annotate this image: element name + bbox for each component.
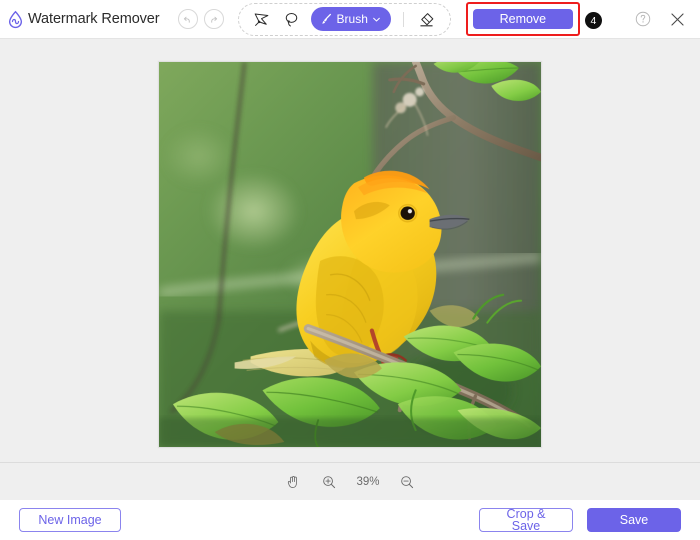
lasso-icon (282, 10, 301, 29)
polygon-lasso-tool[interactable] (248, 6, 276, 32)
water-drop-wave-logo-icon (6, 10, 25, 29)
eraser-tool[interactable] (413, 6, 441, 32)
chevron-down-icon (372, 15, 381, 24)
save-button[interactable]: Save (587, 508, 681, 532)
crop-and-save-button[interactable]: Crop & Save (479, 507, 573, 532)
footer-bar: New Image Crop & Save Save (0, 500, 700, 540)
tool-group: Brush (237, 2, 451, 36)
topbar-right-controls (632, 8, 692, 30)
polygon-lasso-icon (252, 10, 271, 29)
eraser-icon (417, 10, 436, 29)
new-image-button[interactable]: New Image (19, 508, 121, 532)
zoom-level-value: 39% (356, 475, 380, 488)
remove-button[interactable]: Remove (472, 9, 573, 29)
zoom-toolbar: 39% (0, 462, 700, 500)
brush-tool-button[interactable]: Brush (310, 7, 391, 31)
paintbrush-icon (319, 12, 333, 26)
help-button[interactable] (632, 8, 654, 30)
history-controls (177, 9, 224, 29)
redo-arrow-icon (208, 14, 219, 25)
zoom-in-magnifier-icon (321, 474, 337, 490)
toolbar-divider (402, 11, 404, 27)
hand-pan-icon (285, 474, 301, 490)
brush-label: Brush (336, 12, 368, 26)
bird-photo[interactable] (158, 61, 542, 448)
redo-button[interactable] (203, 9, 224, 29)
lasso-tool[interactable] (278, 6, 306, 32)
zoom-out-button[interactable] (397, 472, 417, 492)
zoom-in-button[interactable] (319, 472, 339, 492)
close-x-icon (668, 10, 687, 29)
app-title: Watermark Remover (28, 11, 160, 27)
step-badge: 4 (584, 12, 602, 29)
hand-pan-button[interactable] (283, 472, 303, 492)
brand: Watermark Remover (4, 10, 160, 29)
question-mark-circle-icon (634, 10, 652, 28)
editor-canvas[interactable] (0, 38, 700, 462)
undo-arrow-icon (182, 14, 193, 25)
watermark-remover-window: Watermark Remover Brush Remove 4 39% New… (0, 0, 700, 540)
top-toolbar: Watermark Remover Brush Remove 4 (0, 0, 700, 38)
footer-right-actions: Crop & Save Save (479, 507, 681, 532)
bird-photo-graphic (159, 62, 541, 447)
zoom-out-magnifier-icon (399, 474, 415, 490)
remove-action: Remove 4 (465, 2, 602, 36)
close-button[interactable] (666, 8, 688, 30)
undo-button[interactable] (177, 9, 198, 29)
